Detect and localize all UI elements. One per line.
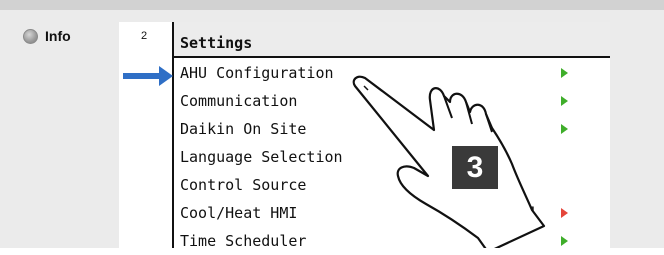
- menu-item-label: Daikin On Site: [180, 120, 307, 138]
- selection-arrow-icon: [123, 66, 173, 86]
- step-number-badge: 3: [452, 146, 498, 189]
- info-label: Info: [45, 28, 71, 44]
- menu-title: Settings: [180, 34, 253, 52]
- info-indicator[interactable]: Info: [23, 28, 71, 44]
- menu-item-label: Control Source: [180, 176, 307, 194]
- menu-item-time-scheduler[interactable]: Time Scheduler: [174, 227, 610, 255]
- menu-item-ahu-configuration[interactable]: AHU Configuration: [174, 59, 610, 87]
- page-number: 2: [141, 30, 148, 42]
- submenu-arrow-icon: [561, 96, 568, 106]
- info-led-icon: [23, 28, 38, 44]
- menu-header: Settings: [174, 22, 610, 58]
- menu-item-label: Time Scheduler: [180, 232, 307, 250]
- menu-item-label: Cool/Heat HMI: [180, 204, 298, 222]
- menu-item-label: AHU Configuration: [180, 64, 334, 82]
- menu-item-communication[interactable]: Communication: [174, 87, 610, 115]
- submenu-arrow-icon: [561, 208, 568, 218]
- menu-item-daikin-on-site[interactable]: Daikin On Site: [174, 115, 610, 143]
- menu-item-label: Communication: [180, 92, 298, 110]
- submenu-arrow-icon: [561, 236, 568, 246]
- menu-item-cool-heat-hmi[interactable]: Cool/Heat HMI ol: [174, 199, 610, 227]
- menu-item-label: Language Selection: [180, 148, 343, 166]
- submenu-arrow-icon: [561, 124, 568, 134]
- menu-item-language-selection[interactable]: Language Selection: [174, 143, 610, 171]
- submenu-arrow-icon: [561, 68, 568, 78]
- menu-item-value: ol: [520, 204, 539, 222]
- menu-item-control-source[interactable]: Control Source: [174, 171, 610, 199]
